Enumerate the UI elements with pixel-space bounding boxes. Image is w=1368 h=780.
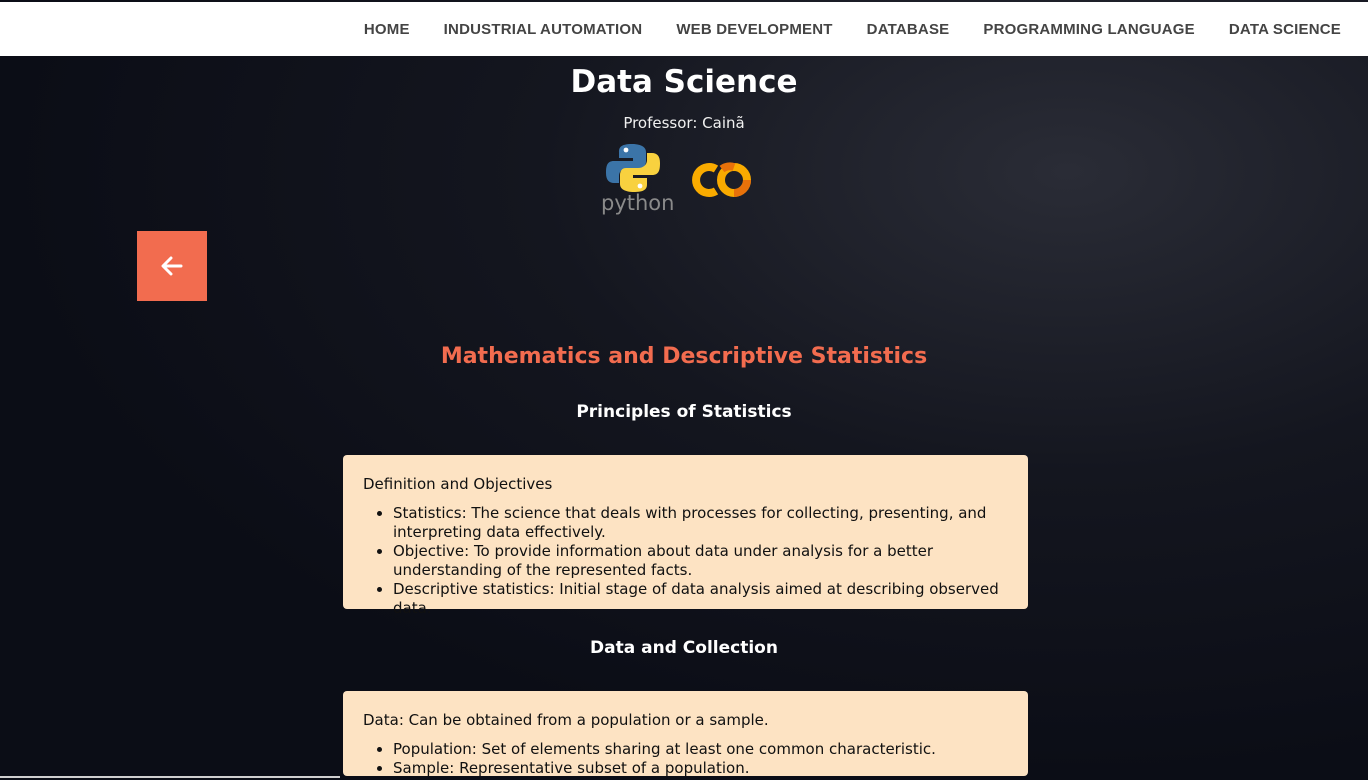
nav-item-industrial-automation[interactable]: INDUSTRIAL AUTOMATION <box>444 21 643 38</box>
data-collection-heading: Data and Collection <box>590 638 778 658</box>
nav-item-home[interactable]: HOME <box>364 21 410 38</box>
python-logo: python <box>598 143 674 218</box>
principles-list: Statistics: The science that deals with … <box>363 504 1008 618</box>
nav-item-data-science[interactable]: DATA SCIENCE <box>1229 21 1341 38</box>
page-title: Data Science <box>570 64 798 100</box>
list-item: Objective: To provide information about … <box>393 542 1008 580</box>
data-collection-list: Population: Set of elements sharing at l… <box>363 740 1008 776</box>
nav-item-database[interactable]: DATABASE <box>867 21 950 38</box>
python-wordmark: python <box>601 191 675 215</box>
arrow-left-icon <box>161 256 183 276</box>
horizontal-scrollbar[interactable] <box>0 776 340 778</box>
back-button[interactable] <box>137 231 207 301</box>
section-title: Mathematics and Descriptive Statistics <box>440 344 928 369</box>
professor-label: Professor: Cainã <box>623 114 745 132</box>
nav-menu: HOME INDUSTRIAL AUTOMATION WEB DEVELOPME… <box>364 2 1341 56</box>
card-intro: Definition and Objectives <box>363 475 553 493</box>
list-item: Statistics: The science that deals with … <box>393 504 1008 542</box>
card-intro: Data: Can be obtained from a population … <box>363 711 769 729</box>
list-item: Population: Set of elements sharing at l… <box>393 740 1008 759</box>
colab-logo <box>689 160 755 200</box>
colab-co-icon <box>692 162 751 197</box>
python-snake-icon <box>606 144 660 192</box>
list-item: Descriptive statistics: Initial stage of… <box>393 580 1008 618</box>
principles-card: Definition and Objectives Statistics: Th… <box>343 455 1028 617</box>
top-navbar: HOME INDUSTRIAL AUTOMATION WEB DEVELOPME… <box>0 2 1368 56</box>
technology-logos: python <box>598 143 768 218</box>
principles-heading: Principles of Statistics <box>576 402 792 422</box>
list-item: Sample: Representative subset of a popul… <box>393 759 1008 776</box>
nav-item-programming-language[interactable]: PROGRAMMING LANGUAGE <box>983 21 1195 38</box>
nav-item-web-development[interactable]: WEB DEVELOPMENT <box>676 21 832 38</box>
data-collection-card: Data: Can be obtained from a population … <box>343 691 1028 776</box>
